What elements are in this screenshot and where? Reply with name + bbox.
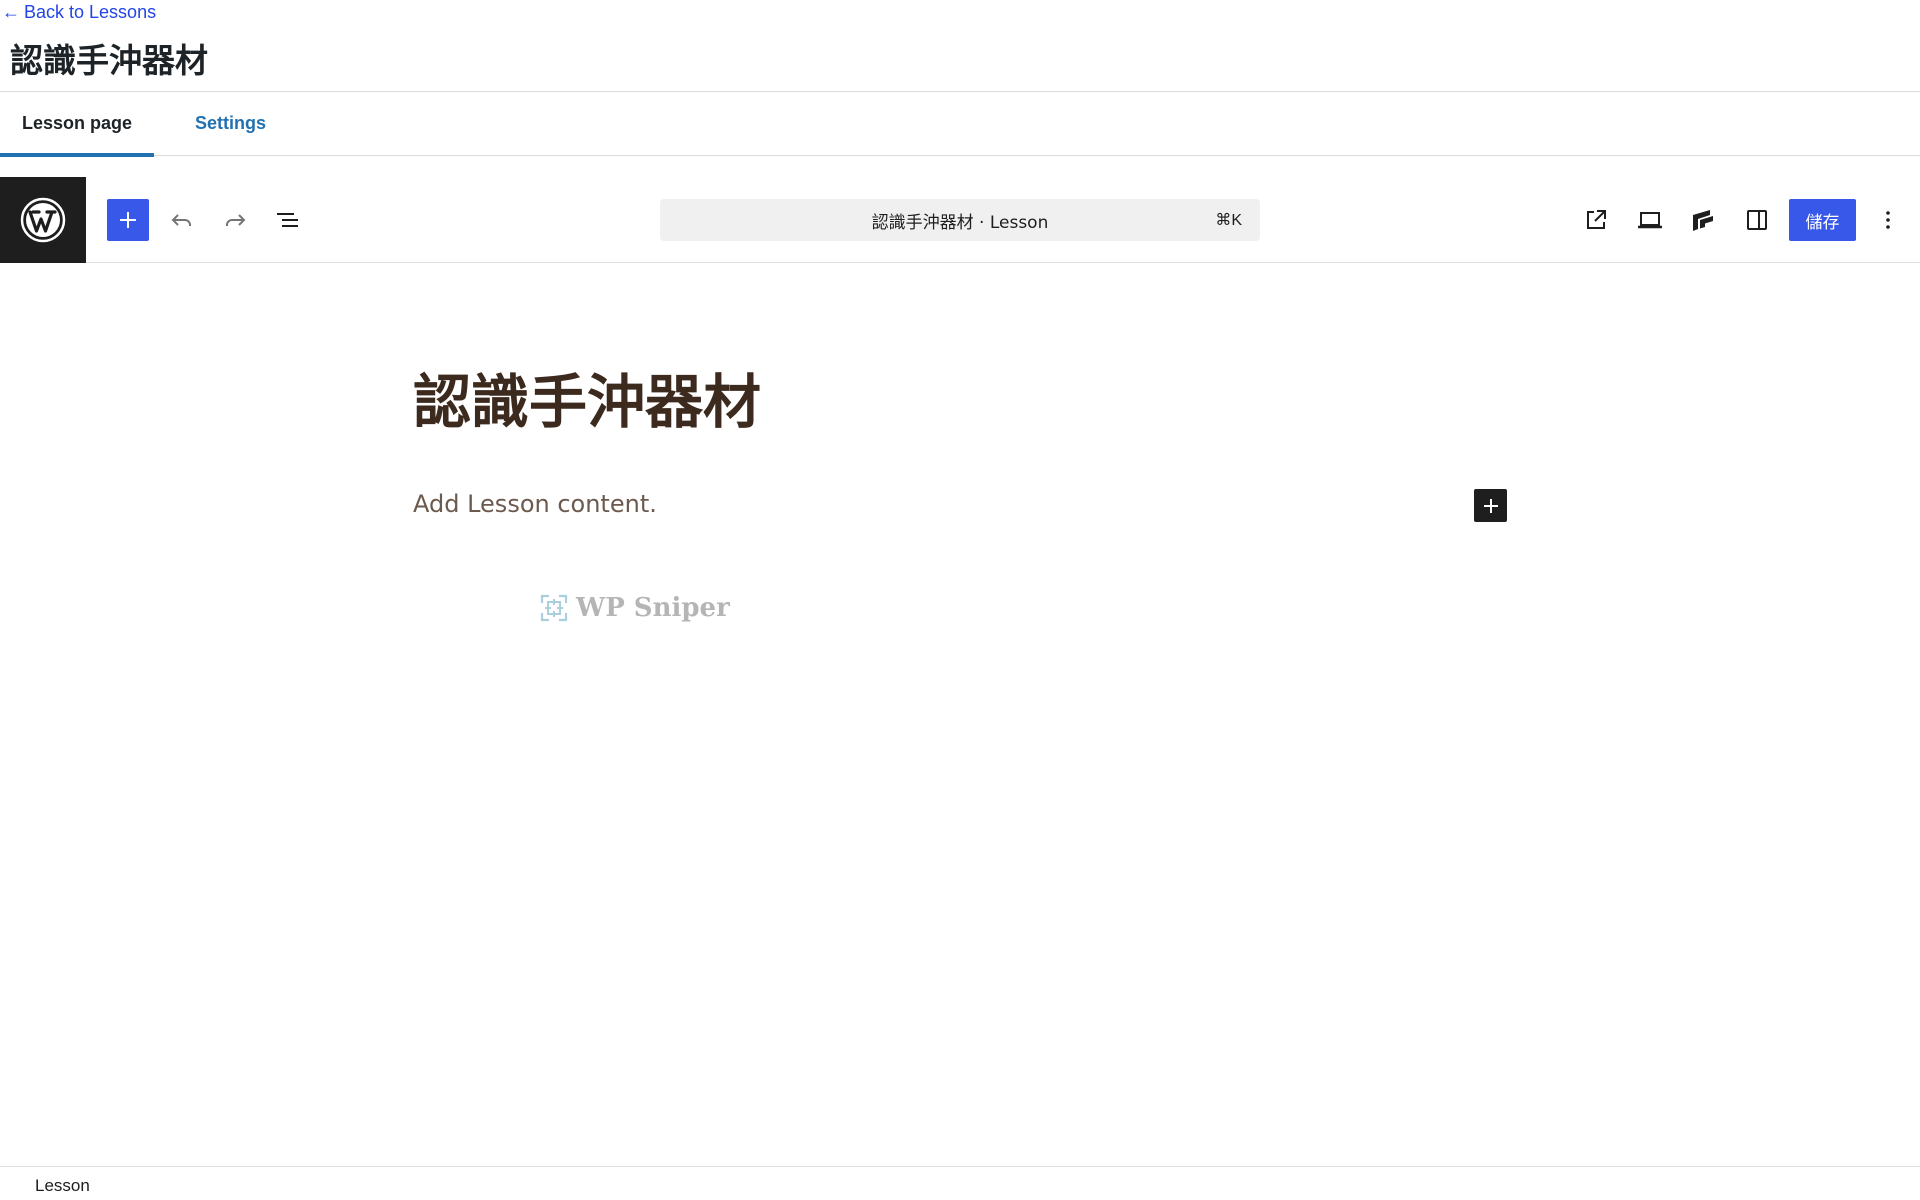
editor-toolbar: 認識手沖器材 · Lesson ⌘K 儲存 [0,177,1920,263]
editor-canvas: 認識手沖器材 Add Lesson content. WP Sniper [0,263,1920,1166]
tab-label: Settings [195,113,267,133]
post-title[interactable]: 認識手沖器材 [413,355,761,439]
tab-bar: Lesson page Settings [0,92,1920,157]
watermark-text: WP Sniper [576,593,730,623]
back-link-label: Back to Lessons [24,2,157,22]
plugin-sidebar-button[interactable] [1681,198,1725,242]
settings-sidebar-toggle[interactable] [1735,198,1779,242]
plus-icon [120,212,136,228]
redo-button[interactable] [213,198,257,242]
tab-lesson-page[interactable]: Lesson page [0,92,155,157]
block-breadcrumb[interactable]: Lesson [35,1176,90,1196]
more-vertical-icon [1886,211,1890,229]
content-placeholder[interactable]: Add Lesson content. [413,490,657,518]
list-view-icon [277,213,298,227]
editor-footer: Lesson [0,1166,1920,1200]
document-title-label: 認識手沖器材 · Lesson [871,212,1049,233]
page-title: 認識手沖器材 [10,41,208,80]
external-link-icon [1587,210,1606,229]
document-overview-button[interactable] [266,198,310,242]
undo-button[interactable] [160,198,204,242]
back-to-lessons-link[interactable]: ← Back to Lessons [2,2,156,23]
command-palette-button[interactable]: 認識手沖器材 · Lesson ⌘K [660,199,1260,241]
tab-settings[interactable]: Settings [173,92,288,155]
options-menu-button[interactable] [1866,198,1910,242]
sidebar-toggle-icon [1747,210,1767,230]
page-header: ← Back to Lessons 認識手沖器材 [0,0,1920,92]
inline-add-block-button[interactable] [1474,489,1507,522]
arrow-left-icon: ← [2,2,20,22]
add-block-button[interactable] [107,199,149,241]
device-preview-button[interactable] [1628,198,1672,242]
tab-label: Lesson page [22,113,133,133]
keyboard-shortcut-label: ⌘K [1215,212,1242,229]
wordpress-logo-icon[interactable] [0,177,86,263]
scope-icon [540,594,568,622]
plugin-logo-icon [1693,210,1713,231]
redo-icon [226,214,246,226]
watermark: WP Sniper [540,593,730,623]
undo-icon [171,214,191,226]
save-button[interactable]: 儲存 [1789,199,1856,241]
laptop-icon [1638,212,1662,229]
plus-icon [1483,498,1498,513]
view-lesson-button[interactable] [1574,198,1618,242]
